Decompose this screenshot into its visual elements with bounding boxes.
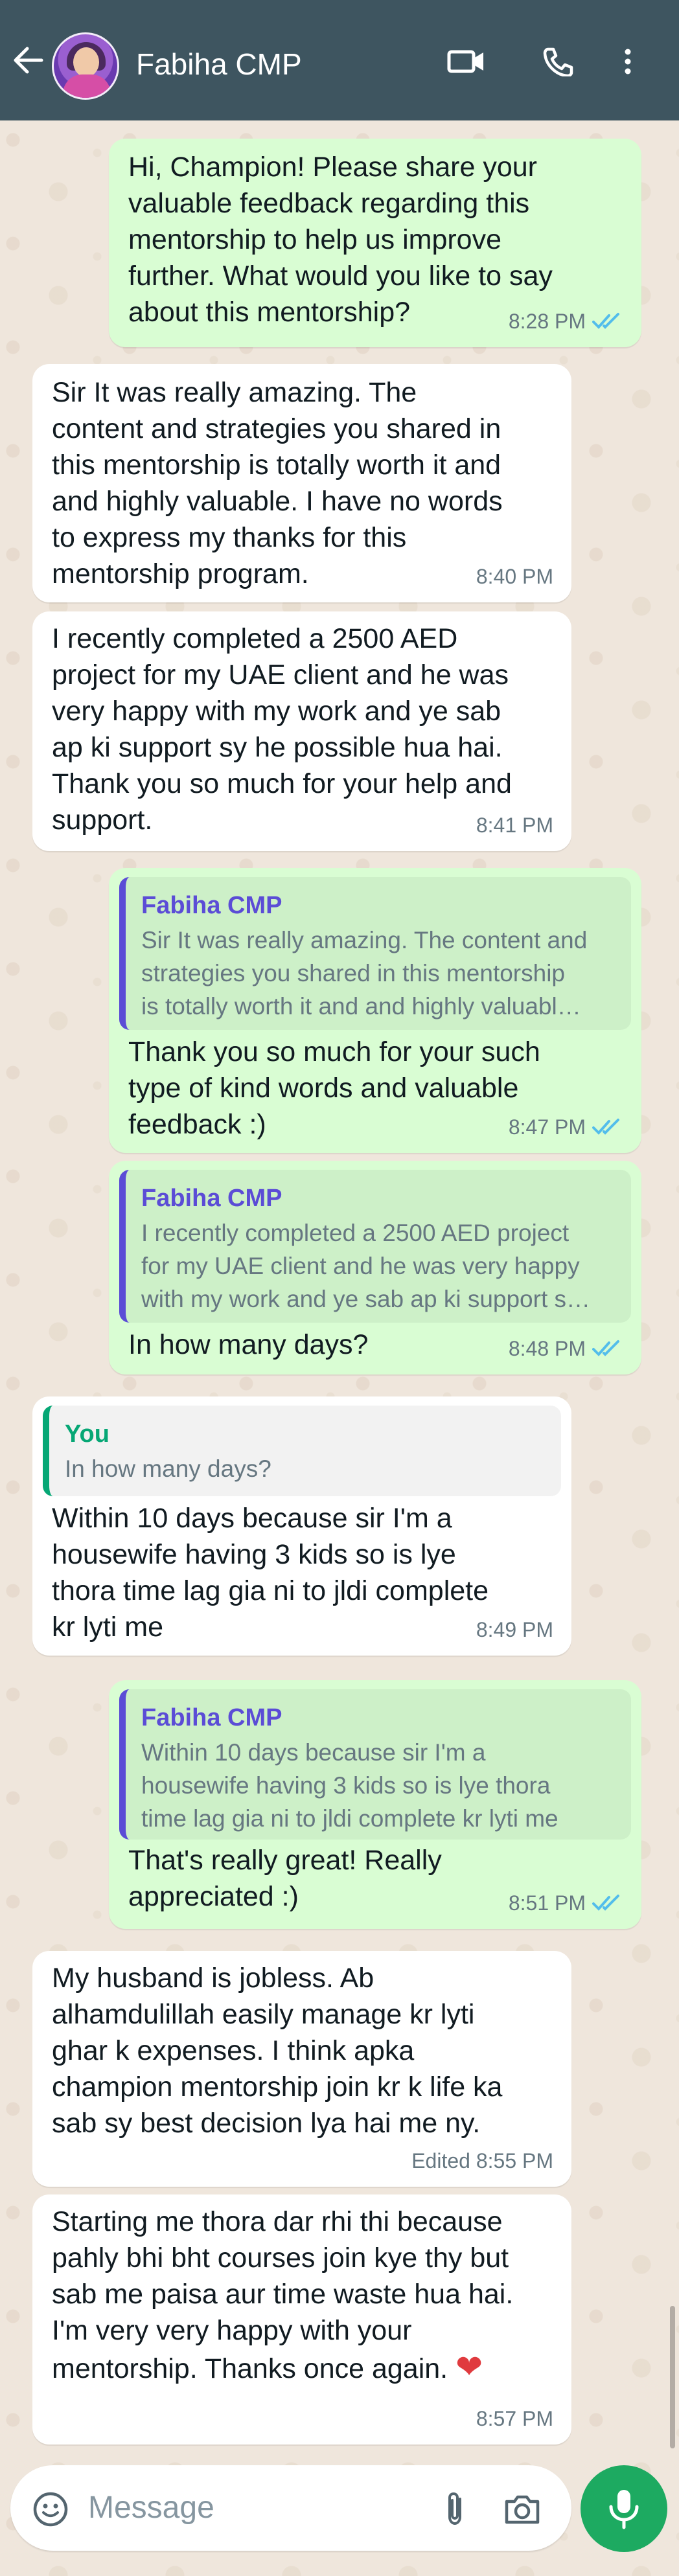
message-time: 8:47 PM bbox=[508, 1115, 586, 1139]
message-text: Starting me thora dar rhi thi because pa… bbox=[52, 2204, 553, 2387]
message-meta: 8:41 PM bbox=[476, 807, 553, 843]
read-ticks-icon bbox=[592, 313, 619, 329]
message-meta: 8:57 PM bbox=[476, 2400, 553, 2437]
message-meta: 8:49 PM bbox=[476, 1612, 553, 1648]
microphone-icon bbox=[609, 2490, 639, 2529]
quoted-sender: You bbox=[65, 1420, 109, 1448]
read-ticks-icon bbox=[592, 1119, 619, 1135]
message-meta: 8:47 PM bbox=[509, 1109, 623, 1145]
red-heart-emoji: ❤ bbox=[455, 2349, 483, 2385]
read-ticks-icon bbox=[592, 1895, 619, 1911]
chat-header: Fabiha CMP bbox=[0, 0, 679, 120]
message-time: 8:41 PM bbox=[476, 814, 553, 837]
message-time: 8:51 PM bbox=[508, 1891, 586, 1915]
quoted-text: I recently completed a 2500 AED project … bbox=[141, 1220, 591, 1312]
read-ticks-icon bbox=[592, 1340, 619, 1356]
message-meta: 8:51 PM bbox=[509, 1885, 623, 1921]
quoted-sender: Fabiha CMP bbox=[141, 892, 282, 919]
message-bubble-outgoing[interactable]: Hi, Champion! Please share your valuable… bbox=[109, 139, 641, 347]
video-call-icon[interactable] bbox=[447, 47, 486, 76]
chat-scrollbar[interactable] bbox=[670, 2306, 675, 2448]
message-bubble-incoming[interactable]: Starting me thora dar rhi thi because pa… bbox=[32, 2194, 571, 2445]
quoted-message[interactable]: Fabiha CMP I recently completed a 2500 A… bbox=[119, 1170, 631, 1323]
message-text: I recently completed a 2500 AED project … bbox=[52, 623, 512, 836]
message-time: 8:48 PM bbox=[508, 1337, 586, 1360]
quoted-text: Sir It was really amazing. The content a… bbox=[141, 927, 588, 1020]
quoted-sender: Fabiha CMP bbox=[141, 1704, 282, 1731]
voice-call-icon[interactable] bbox=[539, 47, 578, 76]
contact-name[interactable]: Fabiha CMP bbox=[136, 47, 302, 82]
message-bubble-incoming[interactable]: I recently completed a 2500 AED project … bbox=[32, 611, 571, 851]
message-time: 8:40 PM bbox=[476, 565, 553, 588]
message-bubble-outgoing-reply[interactable]: Fabiha CMP Sir It was really amazing. Th… bbox=[109, 868, 641, 1153]
camera-icon[interactable] bbox=[503, 2490, 542, 2529]
message-time: Edited 8:55 PM bbox=[411, 2149, 553, 2172]
quoted-message[interactable]: Fabiha CMP Sir It was really amazing. Th… bbox=[119, 877, 631, 1030]
message-bubble-outgoing-reply[interactable]: Fabiha CMP Within 10 days because sir I'… bbox=[109, 1680, 641, 1929]
message-text-body: Starting me thora dar rhi thi because pa… bbox=[52, 2206, 514, 2384]
message-bubble-outgoing-reply[interactable]: Fabiha CMP I recently completed a 2500 A… bbox=[109, 1161, 641, 1374]
quoted-sender: Fabiha CMP bbox=[141, 1185, 282, 1212]
attachment-icon[interactable] bbox=[435, 2490, 474, 2529]
message-bubble-incoming[interactable]: My husband is jobless. Ab alhamdulillah … bbox=[32, 1951, 571, 2187]
voice-message-button[interactable] bbox=[581, 2465, 667, 2552]
message-time: 8:57 PM bbox=[476, 2407, 553, 2430]
more-options-icon[interactable] bbox=[618, 47, 638, 76]
message-text: My husband is jobless. Ab alhamdulillah … bbox=[52, 1963, 503, 2139]
message-meta: 8:28 PM bbox=[509, 303, 623, 339]
message-composer: Message bbox=[10, 2465, 571, 2551]
message-time: 8:49 PM bbox=[476, 1618, 553, 1641]
quoted-text: Within 10 days because sir I'm a housewi… bbox=[141, 1739, 558, 1832]
message-meta: Edited 8:55 PM bbox=[411, 2143, 553, 2179]
back-arrow-icon[interactable] bbox=[12, 45, 44, 75]
contact-avatar[interactable] bbox=[52, 32, 119, 100]
message-input[interactable]: Message bbox=[88, 2490, 214, 2525]
quoted-message[interactable]: You In how many days? bbox=[43, 1406, 561, 1496]
quoted-text: In how many days? bbox=[65, 1455, 271, 1482]
quoted-message[interactable]: Fabiha CMP Within 10 days because sir I'… bbox=[119, 1689, 631, 1840]
message-meta: 8:48 PM bbox=[509, 1330, 623, 1367]
message-bubble-incoming-reply[interactable]: You In how many days? Within 10 days bec… bbox=[32, 1396, 571, 1656]
message-meta: 8:40 PM bbox=[476, 558, 553, 595]
emoji-icon[interactable] bbox=[31, 2490, 70, 2529]
message-bubble-incoming[interactable]: Sir It was really amazing. The content a… bbox=[32, 364, 571, 602]
message-time: 8:28 PM bbox=[508, 310, 586, 333]
